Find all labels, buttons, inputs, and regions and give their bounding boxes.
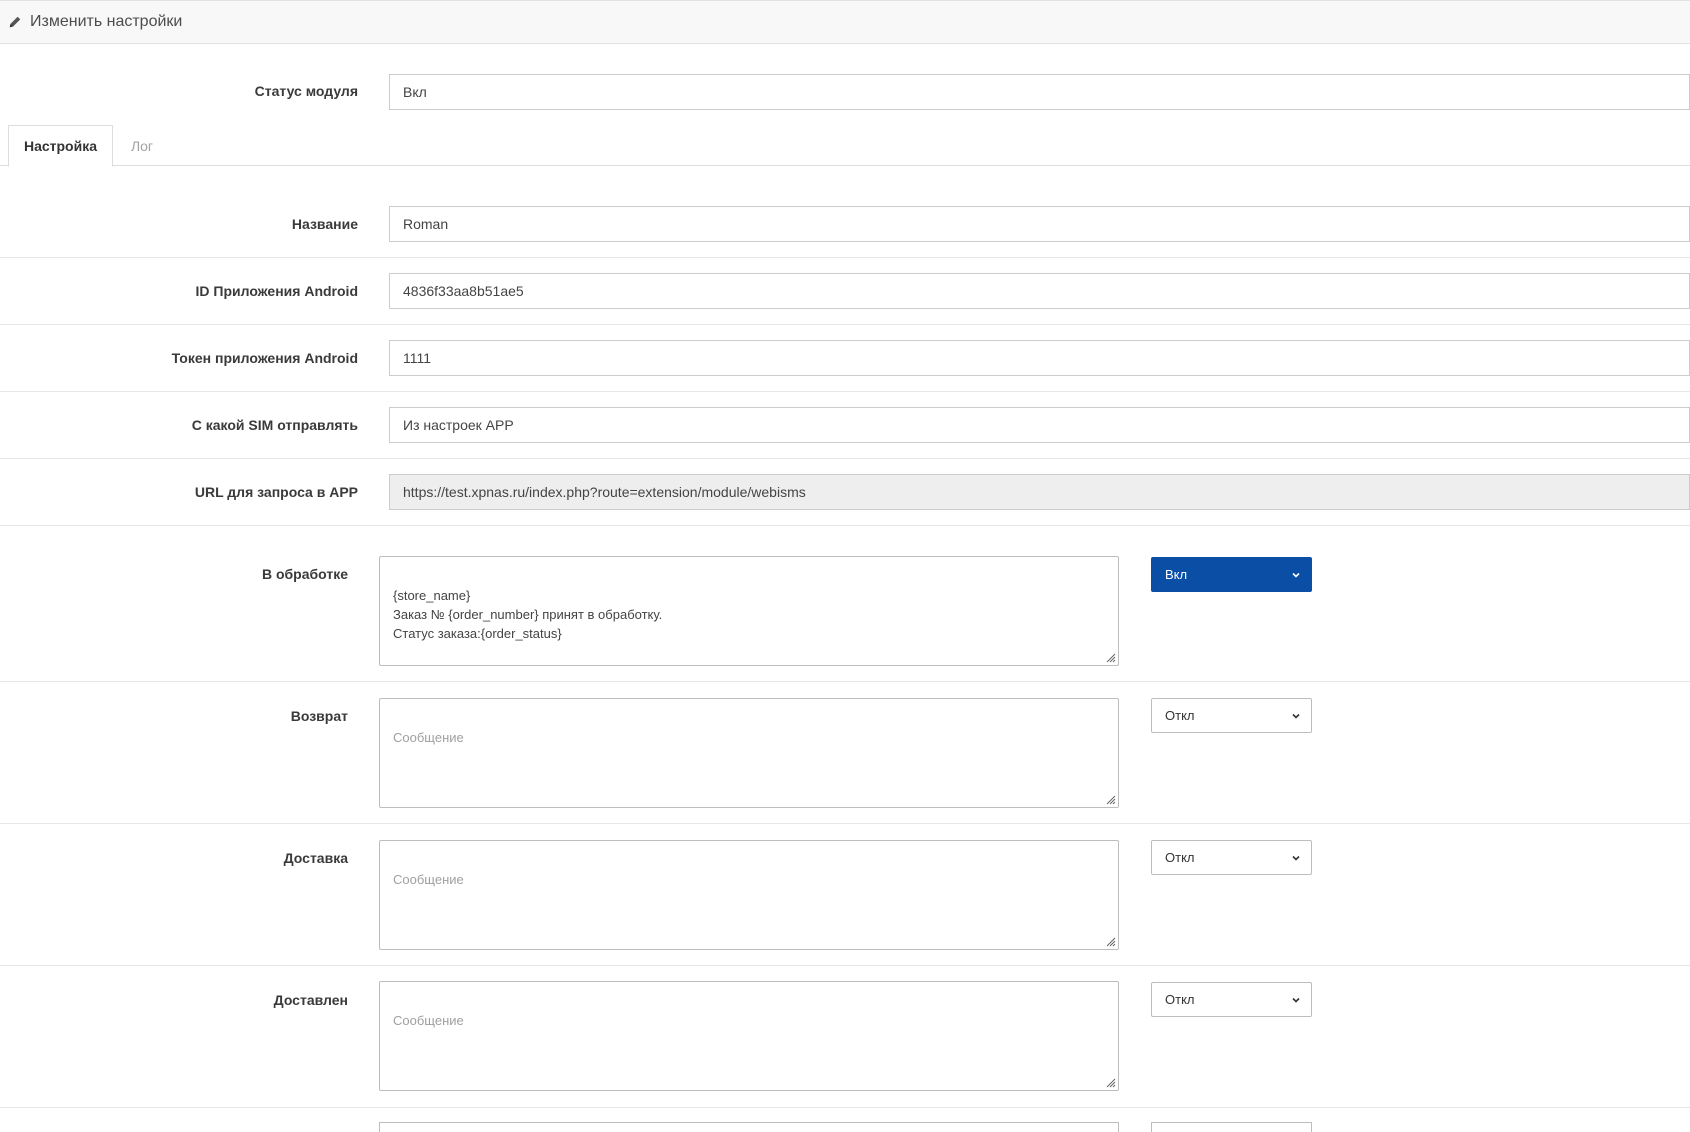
message-placeholder: Сообщение — [393, 1013, 464, 1028]
row-divider — [0, 1107, 1690, 1108]
name-input[interactable]: Roman — [389, 206, 1690, 242]
message-textarea-next[interactable] — [379, 1122, 1119, 1132]
status-label-return: Возврат — [290, 708, 348, 724]
status-label-processing: В обработке — [261, 566, 348, 582]
chevron-down-icon — [1292, 997, 1300, 1003]
message-placeholder: Сообщение — [393, 730, 464, 745]
page-title: Изменить настройки — [30, 13, 183, 30]
resize-handle-icon[interactable] — [1104, 651, 1116, 663]
state-select-processing[interactable]: Вкл — [1151, 557, 1312, 592]
resize-handle-icon[interactable] — [1104, 1076, 1116, 1088]
app-id-input[interactable]: 4836f33aa8b51ae5 — [389, 273, 1690, 309]
chevron-down-icon — [1292, 855, 1300, 861]
state-value: Откл — [1165, 708, 1195, 723]
resize-handle-icon[interactable] — [1104, 793, 1116, 805]
row-divider — [0, 525, 1690, 526]
module-status-select[interactable]: Вкл — [389, 74, 1690, 110]
row-divider — [0, 324, 1690, 325]
state-value: Откл — [1165, 850, 1195, 865]
status-label-shipping: Доставка — [283, 850, 348, 866]
status-label-delivered: Доставлен — [273, 992, 348, 1008]
chevron-down-icon — [1292, 713, 1300, 719]
sim-select[interactable]: Из настроек APP — [389, 407, 1690, 443]
token-input[interactable]: 1111 — [389, 340, 1690, 376]
state-select-return[interactable]: Откл — [1151, 698, 1312, 733]
row-divider — [0, 257, 1690, 258]
tab-log[interactable]: Лог — [115, 125, 169, 166]
row-divider — [0, 458, 1690, 459]
state-value: Откл — [1165, 992, 1195, 1007]
state-select-delivered[interactable]: Откл — [1151, 982, 1312, 1017]
row-divider — [0, 965, 1690, 966]
row-divider — [0, 681, 1690, 682]
state-select-shipping[interactable]: Откл — [1151, 840, 1312, 875]
row-divider — [0, 391, 1690, 392]
token-label: Токен приложения Android — [171, 350, 358, 366]
row-divider — [0, 823, 1690, 824]
message-textarea-processing[interactable]: {store_name} Заказ № {order_number} прин… — [379, 556, 1119, 666]
resize-handle-icon[interactable] — [1104, 935, 1116, 947]
state-select-next[interactable] — [1151, 1122, 1312, 1132]
message-text: {store_name} Заказ № {order_number} прин… — [393, 588, 663, 641]
sim-label: С какой SIM отправлять — [191, 417, 358, 433]
tab-settings[interactable]: Настройка — [8, 125, 113, 167]
message-placeholder: Сообщение — [393, 872, 464, 887]
url-input[interactable]: https://test.xpnas.ru/index.php?route=ex… — [389, 474, 1690, 510]
app-id-label: ID Приложения Android — [195, 283, 359, 299]
chevron-down-icon — [1292, 572, 1300, 578]
message-textarea-delivered[interactable]: Сообщение — [379, 981, 1119, 1091]
name-label: Название — [291, 216, 358, 232]
message-textarea-return[interactable]: Сообщение — [379, 698, 1119, 808]
tab-bar: Настройка Лог — [0, 125, 1690, 167]
panel-heading: Изменить настройки — [0, 0, 1690, 44]
message-textarea-shipping[interactable]: Сообщение — [379, 840, 1119, 950]
pencil-icon — [9, 16, 21, 28]
state-value: Вкл — [1165, 567, 1188, 582]
module-status-label: Статус модуля — [254, 83, 358, 99]
url-label: URL для запроса в APP — [194, 484, 358, 500]
